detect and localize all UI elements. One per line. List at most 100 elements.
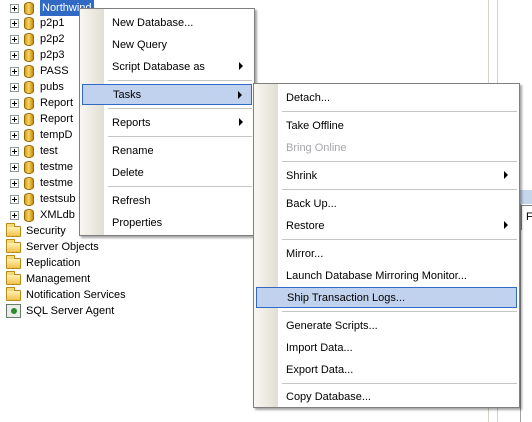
tree-node-database[interactable]: testme bbox=[10, 175, 73, 191]
expand-icon[interactable] bbox=[10, 98, 19, 108]
menu-item-script-database-as[interactable]: Script Database as bbox=[82, 56, 252, 77]
tree-node-database[interactable]: Report bbox=[10, 111, 73, 127]
folder-icon bbox=[6, 254, 21, 269]
tree-node-database[interactable]: Report bbox=[10, 95, 73, 111]
database-icon bbox=[24, 48, 34, 62]
folder-icon bbox=[6, 238, 21, 253]
tree-node-label[interactable]: p2p3 bbox=[40, 47, 64, 63]
menu-item-new-query[interactable]: New Query bbox=[82, 34, 252, 55]
tree-node-label[interactable]: SQL Server Agent bbox=[26, 303, 114, 319]
database-icon bbox=[24, 128, 34, 142]
menu-item-refresh[interactable]: Refresh bbox=[82, 190, 252, 211]
expand-icon[interactable] bbox=[10, 178, 19, 188]
menu-item-label: New Database... bbox=[112, 16, 194, 29]
tree-node-label[interactable]: Server Objects bbox=[26, 239, 99, 255]
menu-item-label: Shrink bbox=[286, 169, 318, 182]
tree-node-label[interactable]: Management bbox=[26, 271, 90, 287]
database-icon bbox=[24, 32, 34, 46]
menu-item-export-data[interactable]: Export Data... bbox=[256, 359, 517, 380]
database-icon bbox=[24, 112, 34, 126]
menu-item-label: Restore bbox=[286, 219, 325, 232]
expand-icon[interactable] bbox=[10, 194, 19, 204]
menu-item-launch-mirroring-monitor[interactable]: Launch Database Mirroring Monitor... bbox=[256, 265, 517, 286]
tree-node-label[interactable]: pubs bbox=[40, 79, 64, 95]
menu-item-import-data[interactable]: Import Data... bbox=[256, 337, 517, 358]
tree-node-label[interactable]: Notification Services bbox=[26, 287, 126, 303]
menu-item-label: Launch Database Mirroring Monitor... bbox=[286, 269, 467, 282]
tree-node-label[interactable]: testme bbox=[40, 159, 73, 175]
tree-node-label[interactable]: p2p2 bbox=[40, 31, 64, 47]
tree-node-database[interactable]: test bbox=[10, 143, 58, 159]
tree-node-label[interactable]: tempD bbox=[40, 127, 72, 143]
tree-node-label[interactable]: test bbox=[40, 143, 58, 159]
menu-item-take-offline[interactable]: Take Offline bbox=[256, 115, 517, 136]
tree-node-sql-server-agent[interactable]: SQL Server Agent bbox=[6, 303, 114, 319]
tree-node-label[interactable]: Security bbox=[26, 223, 66, 239]
expand-icon[interactable] bbox=[10, 210, 19, 220]
menu-item-label: Back Up... bbox=[286, 197, 337, 210]
tree-node-database[interactable]: p2p2 bbox=[10, 31, 64, 47]
menu-item-delete[interactable]: Delete bbox=[82, 162, 252, 183]
expand-icon[interactable] bbox=[10, 3, 19, 13]
tree-node-label[interactable]: testme bbox=[40, 175, 73, 191]
menu-item-ship-transaction-logs[interactable]: Ship Transaction Logs... bbox=[256, 287, 517, 308]
expand-icon[interactable] bbox=[10, 130, 19, 140]
tree-node-database[interactable]: XMLdb bbox=[10, 207, 75, 223]
expand-icon[interactable] bbox=[10, 114, 19, 124]
expand-icon[interactable] bbox=[10, 162, 19, 172]
tree-node-server-objects[interactable]: Server Objects bbox=[6, 238, 99, 255]
menu-item-label: Reports bbox=[112, 116, 151, 129]
tree-node-label[interactable]: XMLdb bbox=[40, 207, 75, 223]
tree-node-database[interactable]: testme bbox=[10, 159, 73, 175]
menu-item-properties[interactable]: Properties bbox=[82, 212, 252, 233]
tree-node-label[interactable]: Report bbox=[40, 111, 73, 127]
submenu-arrow-icon bbox=[239, 62, 243, 70]
menu-item-mirror[interactable]: Mirror... bbox=[256, 243, 517, 264]
menu-item-shrink[interactable]: Shrink bbox=[256, 165, 517, 186]
menu-item-label: Import Data... bbox=[286, 341, 353, 354]
tree-node-replication[interactable]: Replication bbox=[6, 254, 80, 271]
menu-item-label: Copy Database... bbox=[286, 390, 371, 403]
menu-item-label: Properties bbox=[112, 216, 163, 229]
submenu-arrow-icon bbox=[504, 221, 508, 229]
tree-node-notification-services[interactable]: Notification Services bbox=[6, 286, 126, 303]
tree-node-database[interactable]: testsub bbox=[10, 191, 75, 207]
tree-node-management[interactable]: Management bbox=[6, 270, 90, 287]
expand-icon[interactable] bbox=[10, 18, 19, 28]
details-pane-field: F bbox=[521, 205, 532, 230]
expand-icon[interactable] bbox=[10, 34, 19, 44]
menu-item-label: Detach... bbox=[286, 91, 331, 104]
tree-node-database[interactable]: pubs bbox=[10, 79, 64, 95]
menu-item-label: Take Offline bbox=[286, 119, 344, 132]
menu-item-label: Delete bbox=[112, 166, 144, 179]
menu-item-tasks[interactable]: Tasks bbox=[82, 84, 252, 105]
database-icon bbox=[24, 192, 34, 206]
tree-node-label[interactable]: p2p1 bbox=[40, 15, 64, 31]
tree-node-security[interactable]: Security bbox=[6, 222, 66, 239]
tree-node-label[interactable]: Report bbox=[40, 95, 73, 111]
tree-node-label[interactable]: Replication bbox=[26, 255, 80, 271]
tree-node-database[interactable]: PASS bbox=[10, 63, 69, 79]
menu-item-detach[interactable]: Detach... bbox=[256, 87, 517, 108]
tree-node-database[interactable]: p2p1 bbox=[10, 15, 64, 31]
menu-item-new-database[interactable]: New Database... bbox=[82, 12, 252, 33]
tree-node-label[interactable]: PASS bbox=[40, 63, 69, 79]
database-icon bbox=[24, 64, 34, 78]
tree-node-database[interactable]: tempD bbox=[10, 127, 72, 143]
tree-node-database[interactable]: p2p3 bbox=[10, 47, 64, 63]
submenu-arrow-icon bbox=[504, 171, 508, 179]
database-icon bbox=[24, 176, 34, 190]
menu-item-back-up[interactable]: Back Up... bbox=[256, 193, 517, 214]
tree-node-label[interactable]: testsub bbox=[40, 191, 75, 207]
menu-item-generate-scripts[interactable]: Generate Scripts... bbox=[256, 315, 517, 336]
expand-icon[interactable] bbox=[10, 66, 19, 76]
expand-icon[interactable] bbox=[10, 50, 19, 60]
menu-item-copy-database[interactable]: Copy Database... bbox=[256, 386, 517, 407]
menu-item-rename[interactable]: Rename bbox=[82, 140, 252, 161]
menu-item-reports[interactable]: Reports bbox=[82, 112, 252, 133]
folder-icon bbox=[6, 286, 21, 301]
menu-separator bbox=[282, 111, 517, 112]
expand-icon[interactable] bbox=[10, 82, 19, 92]
menu-item-restore[interactable]: Restore bbox=[256, 215, 517, 236]
expand-icon[interactable] bbox=[10, 146, 19, 156]
